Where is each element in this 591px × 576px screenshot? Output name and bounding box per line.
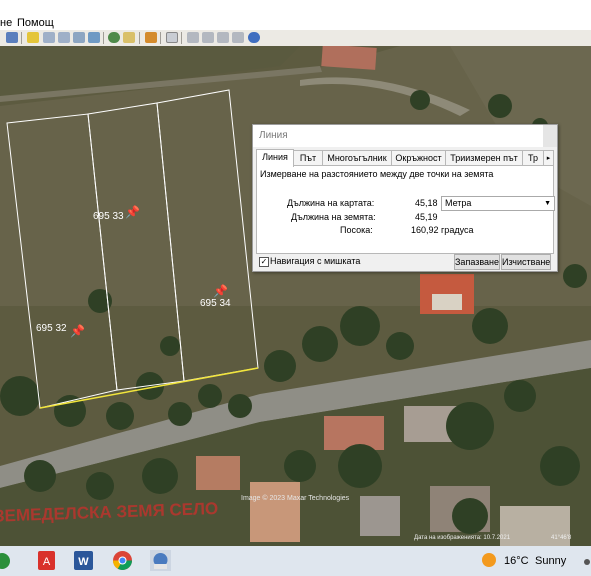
heading-value: 160,92 градуса bbox=[411, 225, 474, 235]
tray-partial-icon[interactable] bbox=[581, 550, 591, 571]
placemark-pin-icon[interactable]: 📌 bbox=[70, 324, 85, 338]
historical-imagery-icon[interactable] bbox=[108, 32, 120, 43]
save-button[interactable]: Запазване bbox=[454, 254, 500, 270]
unit-select[interactable]: Метра ▼ bbox=[441, 196, 555, 211]
sunlight-icon[interactable] bbox=[123, 32, 135, 43]
planets-icon[interactable] bbox=[145, 32, 157, 43]
description-text: Измерване на разстоянието между две точк… bbox=[260, 169, 494, 179]
view-in-maps-icon[interactable] bbox=[232, 32, 244, 43]
satellite-imagery: ЗЕМЕДЕЛСКА ЗЕМЯ СЕЛО bbox=[0, 46, 591, 546]
start-partial-icon[interactable] bbox=[0, 550, 10, 571]
save-image-icon[interactable] bbox=[217, 32, 229, 43]
earth-icon[interactable] bbox=[248, 32, 260, 43]
sidebar-toggle-icon[interactable] bbox=[6, 32, 18, 43]
mouse-navigation-checkbox[interactable]: ✓ bbox=[259, 257, 269, 267]
close-icon[interactable] bbox=[543, 125, 557, 147]
map-length-label: Дължина на картата: bbox=[287, 198, 375, 208]
line-tab-panel: Измерване на разстоянието между две точк… bbox=[256, 165, 555, 254]
tab-circle[interactable]: Окръжност bbox=[391, 150, 446, 166]
clear-button[interactable]: Изчистване bbox=[501, 254, 551, 270]
record-tour-icon[interactable] bbox=[88, 32, 100, 43]
tab-scroll-right-icon[interactable]: ▸ bbox=[543, 150, 554, 166]
menu-item-help[interactable]: Помощ bbox=[17, 17, 54, 29]
mouse-navigation-label: Навигация с мишката bbox=[270, 256, 361, 266]
tab-polygon[interactable]: Многоъгълник bbox=[322, 150, 392, 166]
placemark-pin-icon[interactable]: 📌 bbox=[213, 284, 228, 298]
parcel-label-2[interactable]: 695 34 bbox=[200, 298, 231, 309]
unit-selected-value: Метра bbox=[445, 198, 472, 208]
copyright-text: Image © 2023 Maxar Technologies bbox=[241, 495, 350, 502]
word-icon[interactable]: W bbox=[73, 550, 94, 571]
svg-text:A: A bbox=[43, 556, 51, 568]
ground-length-value: 45,19 bbox=[415, 212, 438, 222]
coordinates-readout: 41°46'8 bbox=[551, 535, 572, 541]
tab-path[interactable]: Път bbox=[293, 150, 323, 166]
weather-temperature[interactable]: 16°C bbox=[504, 555, 529, 567]
chrome-icon[interactable] bbox=[112, 550, 133, 571]
menu-item-view[interactable]: не bbox=[0, 17, 12, 29]
taskbar: A W 16°C Sunny bbox=[0, 546, 591, 576]
path-icon[interactable] bbox=[58, 32, 70, 43]
chevron-down-icon: ▼ bbox=[544, 200, 551, 207]
polygon-icon[interactable] bbox=[43, 32, 55, 43]
menu-bar: не Помощ bbox=[0, 0, 591, 30]
parcel-label-1[interactable]: 695 33 bbox=[93, 211, 124, 222]
google-earth-pro-icon[interactable] bbox=[150, 550, 171, 571]
placemark-pin-icon[interactable]: 📌 bbox=[125, 205, 140, 219]
imagery-date: Дата на изображенията: 10.7.2021 bbox=[414, 535, 511, 541]
tab-bar: Линия Път Многоъгълник Окръжност Триизме… bbox=[256, 149, 554, 167]
ruler-icon[interactable] bbox=[166, 32, 178, 43]
satellite-map[interactable]: ЗЕМЕДЕЛСКА ЗЕМЯ СЕЛО 695 33 📌 695 34 📌 6… bbox=[0, 46, 591, 546]
parcel-label-3[interactable]: 695 32 bbox=[36, 323, 67, 334]
dialog-title: Линия bbox=[259, 130, 288, 141]
toolbar bbox=[0, 30, 591, 47]
map-length-value: 45,18 bbox=[415, 198, 438, 208]
acrobat-icon[interactable]: A bbox=[36, 550, 57, 571]
print-icon[interactable] bbox=[202, 32, 214, 43]
weather-condition[interactable]: Sunny bbox=[535, 555, 566, 567]
email-icon[interactable] bbox=[187, 32, 199, 43]
dialog-titlebar[interactable]: Линия bbox=[253, 125, 557, 147]
tab-line[interactable]: Линия bbox=[256, 149, 294, 167]
heading-label: Посока: bbox=[340, 225, 373, 235]
placemark-icon[interactable] bbox=[27, 32, 39, 43]
overlay-icon[interactable] bbox=[73, 32, 85, 43]
ground-length-label: Дължина на земята: bbox=[291, 212, 376, 222]
svg-text:W: W bbox=[78, 556, 89, 568]
sun-icon[interactable] bbox=[480, 551, 498, 569]
ruler-dialog: Линия Линия Път Многоъгълник Окръжност Т… bbox=[252, 124, 558, 272]
tab-more[interactable]: Тр bbox=[522, 150, 544, 166]
tab-3d-path[interactable]: Триизмерен път bbox=[445, 150, 523, 166]
